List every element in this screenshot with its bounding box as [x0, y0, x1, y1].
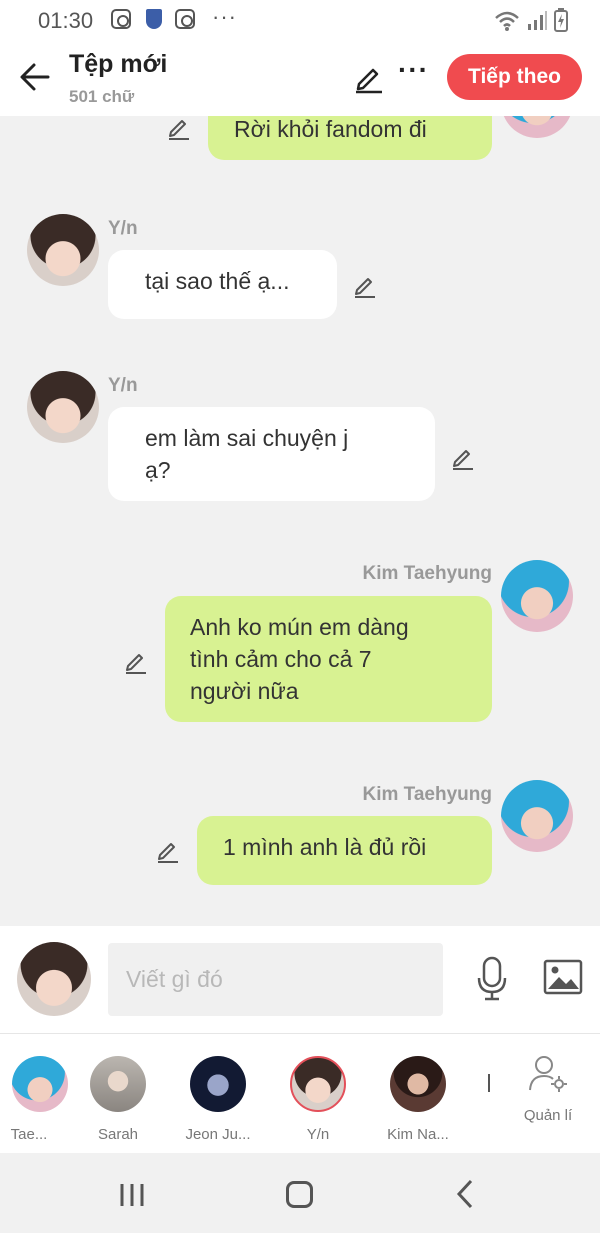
character-avatar — [190, 1056, 246, 1112]
character-label: Kim Na... — [387, 1126, 449, 1143]
wifi-icon — [495, 11, 519, 31]
sender-name: Y/n — [108, 218, 138, 239]
recent-apps-icon[interactable] — [119, 1183, 145, 1207]
character-bar: Tae... Sarah Jeon Ju... Y/n Kim Na... Qu… — [0, 1033, 600, 1153]
character-item[interactable]: Tae... — [0, 1056, 78, 1143]
current-character-avatar[interactable] — [17, 942, 91, 1016]
status-time: 01:30 — [38, 8, 94, 33]
sender-name: Kim Taehyung — [362, 784, 493, 805]
word-count: 501 chữ — [69, 87, 135, 106]
message-bubble[interactable]: Anh ko mún em dàng tình cảm cho cả 7 ngư… — [165, 596, 492, 722]
instagram-icon — [175, 9, 195, 29]
input-bar — [0, 926, 600, 1033]
character-avatar — [12, 1056, 68, 1112]
more-notifications-icon: ··· — [212, 4, 237, 29]
message-bubble[interactable]: 1 mình anh là đủ rồi — [197, 816, 492, 885]
home-icon[interactable] — [286, 1181, 313, 1208]
status-bar: 01:30 ··· — [0, 0, 600, 42]
divider — [488, 1074, 490, 1092]
edit-message-icon[interactable] — [352, 272, 378, 298]
character-avatar — [390, 1056, 446, 1112]
avatar-kim-taehyung[interactable] — [501, 780, 573, 852]
character-item[interactable]: Sarah — [73, 1056, 163, 1143]
character-avatar — [290, 1056, 346, 1112]
message-bubble[interactable]: em làm sai chuyện j ạ? — [108, 407, 435, 501]
avatar-kim-taehyung[interactable] — [501, 116, 573, 138]
character-item[interactable]: Y/n — [273, 1056, 363, 1143]
image-icon[interactable] — [543, 959, 583, 995]
message-input[interactable] — [108, 943, 443, 1016]
more-options-icon[interactable]: ··· — [398, 54, 429, 86]
system-icons — [494, 8, 568, 32]
signal-icon — [528, 11, 547, 30]
sender-name: Y/n — [108, 375, 138, 396]
avatar-yn[interactable] — [27, 214, 99, 286]
manage-button[interactable]: Quản lí — [520, 1054, 576, 1124]
next-button[interactable]: Tiếp theo — [447, 54, 582, 100]
character-item[interactable]: Kim Na... — [373, 1056, 463, 1143]
manage-label: Quản lí — [523, 1107, 573, 1124]
message-bubble[interactable]: tại sao thế ạ... — [108, 250, 337, 319]
back-arrow-icon[interactable] — [18, 60, 52, 94]
character-avatar — [90, 1056, 146, 1112]
edit-message-icon[interactable] — [166, 116, 192, 140]
system-nav-bar — [0, 1153, 600, 1233]
edit-message-icon[interactable] — [123, 648, 149, 674]
microphone-icon[interactable] — [476, 956, 508, 1002]
chat-area[interactable]: Rời khỏi fandom đi Y/n tại sao thế ạ... … — [0, 116, 600, 926]
sender-name: Kim Taehyung — [362, 563, 493, 584]
edit-message-icon[interactable] — [155, 837, 181, 863]
instagram-icon — [111, 9, 131, 29]
character-label: Y/n — [306, 1126, 330, 1143]
shield-icon — [146, 9, 162, 29]
edit-icon[interactable] — [353, 62, 385, 94]
character-label: Sarah — [97, 1126, 139, 1143]
message-bubble[interactable]: Rời khỏi fandom đi — [208, 116, 492, 160]
avatar-yn[interactable] — [27, 371, 99, 443]
user-settings-icon — [529, 1056, 567, 1092]
battery-icon — [554, 8, 568, 32]
header: Tệp mới 501 chữ ··· Tiếp theo — [0, 42, 600, 116]
page-title: Tệp mới — [69, 50, 168, 78]
edit-message-icon[interactable] — [450, 444, 476, 470]
nav-back-icon[interactable] — [455, 1179, 475, 1209]
character-label: Jeon Ju... — [185, 1126, 251, 1143]
character-item[interactable]: Jeon Ju... — [173, 1056, 263, 1143]
character-label: Tae... — [10, 1126, 48, 1143]
avatar-kim-taehyung[interactable] — [501, 560, 573, 632]
